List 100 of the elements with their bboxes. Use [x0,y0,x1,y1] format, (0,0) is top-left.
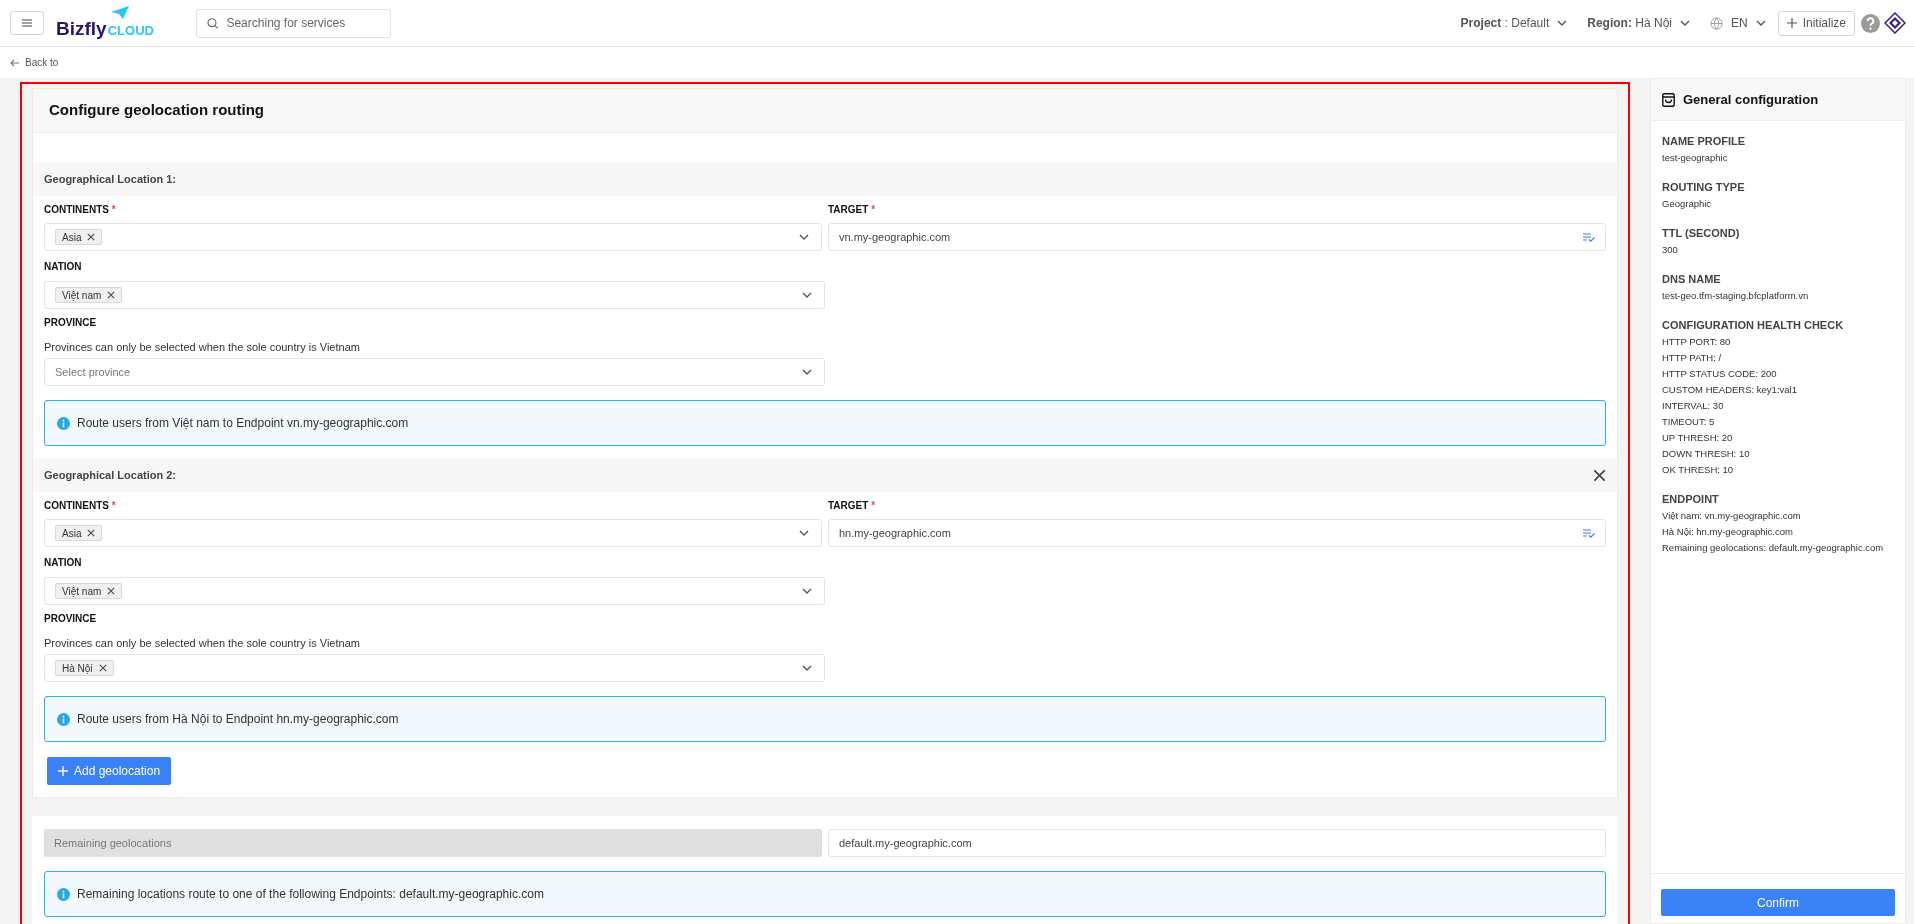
back-arrow-icon[interactable] [10,58,19,67]
section-value: OK THRESH: 10 [1662,463,1735,477]
diamond-logo-icon[interactable] [1884,12,1906,34]
target-value: vn.my-geographic.com [839,229,951,245]
chevron-down-icon [802,588,812,594]
menu-icon [22,19,32,27]
field-label: TARGET * [828,203,876,217]
section-heading: ROUTING TYPE [1662,180,1746,195]
section-value: HTTP PORT: 80 [1662,335,1732,349]
back-link[interactable]: Back to [25,55,59,70]
select-field[interactable]: Hà Nội [44,654,825,682]
section-value: HTTP PATH: / [1662,351,1723,365]
select-field[interactable]: Việt nam [44,577,825,605]
remove-tag-icon[interactable] [98,664,107,672]
chevron-down-icon [1557,20,1568,26]
required-mark: * [871,204,876,215]
section-heading: ENDPOINT [1662,492,1720,507]
section-value: test-geo.tfm-staging.bfcplatform.vn [1662,289,1810,303]
section-heading: TTL (SECOND) [1662,226,1741,241]
required-mark: * [111,204,116,215]
bag-icon [1662,92,1675,107]
section-value: TIMEOUT: 5 [1662,415,1716,429]
target-field[interactable]: vn.my-geographic.com [828,223,1606,251]
search-field[interactable]: Searching for services [195,8,391,38]
list-check-icon[interactable] [1583,528,1595,538]
location-title: Geographical Location 1: [44,172,177,188]
section-value: UP THRESH: 20 [1662,431,1734,445]
plus-icon [58,766,68,776]
panel-title: General configuration [1683,90,1819,109]
initialize-button[interactable]: Initialize [1777,10,1855,36]
province-hint: Provinces can only be selected when the sole country is Vietnam [44,635,360,651]
province-hint: Provinces can only be selected when the sole country is Vietnam [44,339,360,355]
remaining-label: Remaining geolocations [54,835,172,851]
select-placeholder: Select province [55,364,131,380]
section-value: INTERVAL: 30 [1662,399,1725,413]
close-icon[interactable] [1593,469,1606,482]
info-icon [57,712,70,726]
field-label: PROVINCE [44,612,97,626]
tag-label: Asia [62,230,82,245]
required-mark: * [871,500,876,511]
chevron-down-icon [802,292,812,298]
add-geolocation-button[interactable]: Add geolocation [47,757,172,785]
field-label: NATION [44,259,82,274]
target-field[interactable]: hn.my-geographic.com [828,519,1606,547]
project-selector[interactable]: Project : Default [1460,14,1568,32]
info-icon [57,416,70,430]
default-target-field[interactable]: default.my-geographic.com [828,829,1606,857]
field-label: NATION [44,555,82,570]
tag-label: Asia [62,526,82,541]
info-text: Remaining locations route to one of the following Endpoints: default.my-geographic.com [77,886,544,903]
chevron-down-icon [799,234,809,240]
search-input: Searching for services [226,14,380,32]
field-label: TARGET * [828,499,876,513]
remove-tag-icon[interactable] [87,529,96,537]
region-selector[interactable]: Region: Hà Nội [1587,14,1690,32]
chevron-down-icon [802,369,812,375]
menu-button[interactable] [10,11,44,35]
section-value: Việt nam: vn.my-geographic.com [1662,509,1802,523]
chevron-down-icon [1679,20,1690,26]
target-value: default.my-geographic.com [839,835,972,851]
card-title: Configure geolocation routing [49,100,264,121]
required-mark: * [111,500,116,511]
remove-tag-icon[interactable] [107,587,116,595]
confirm-button[interactable]: Confirm [1661,889,1895,916]
chevron-down-icon [1755,20,1766,26]
logo[interactable]: BizflyCLOUD [56,8,154,38]
section-value: test-geographic [1662,151,1729,165]
location-title: Geographical Location 2: [44,468,177,484]
info-icon [57,887,70,901]
plus-icon [1786,18,1797,28]
chevron-down-icon [802,665,812,671]
section-value: DOWN THRESH: 10 [1662,447,1751,461]
info-text: Route users from Hà Nội to Endpoint hn.my-geographic.com [77,711,399,728]
select-field[interactable]: Asia [44,223,822,251]
chevron-down-icon [799,530,809,536]
search-icon [206,16,219,30]
section-heading: NAME PROFILE [1662,134,1747,149]
section-value: HTTP STATUS CODE: 200 [1662,367,1778,381]
section-heading: DNS NAME [1662,272,1722,287]
language-selector[interactable]: EN [1709,14,1766,32]
tag-label: Việt nam [62,288,102,303]
info-text: Route users from Việt nam to Endpoint vn.my-geographic.com [77,415,409,432]
tag-label: Việt nam [62,584,102,599]
section-value: Geographic [1662,197,1713,211]
remove-tag-icon[interactable] [107,291,116,299]
select-field[interactable]: Select province [44,358,825,386]
select-field[interactable]: Asia [44,519,822,547]
field-label: PROVINCE [44,316,97,330]
section-value: 300 [1662,243,1679,257]
remove-tag-icon[interactable] [87,233,96,241]
section-heading: CONFIGURATION HEALTH CHECK [1662,318,1845,333]
select-field[interactable]: Việt nam [44,281,825,309]
list-check-icon[interactable] [1583,232,1595,242]
section-value: Hà Nội: hn.my-geographic.com [1662,525,1794,539]
tag-label: Hà Nội [62,661,93,676]
globe-icon [1709,16,1723,30]
section-value: CUSTOM HEADERS: key1:val1 [1662,383,1798,397]
target-value: hn.my-geographic.com [839,525,951,541]
field-label: CONTINENTS * [44,499,116,513]
field-label: CONTINENTS * [44,203,116,217]
